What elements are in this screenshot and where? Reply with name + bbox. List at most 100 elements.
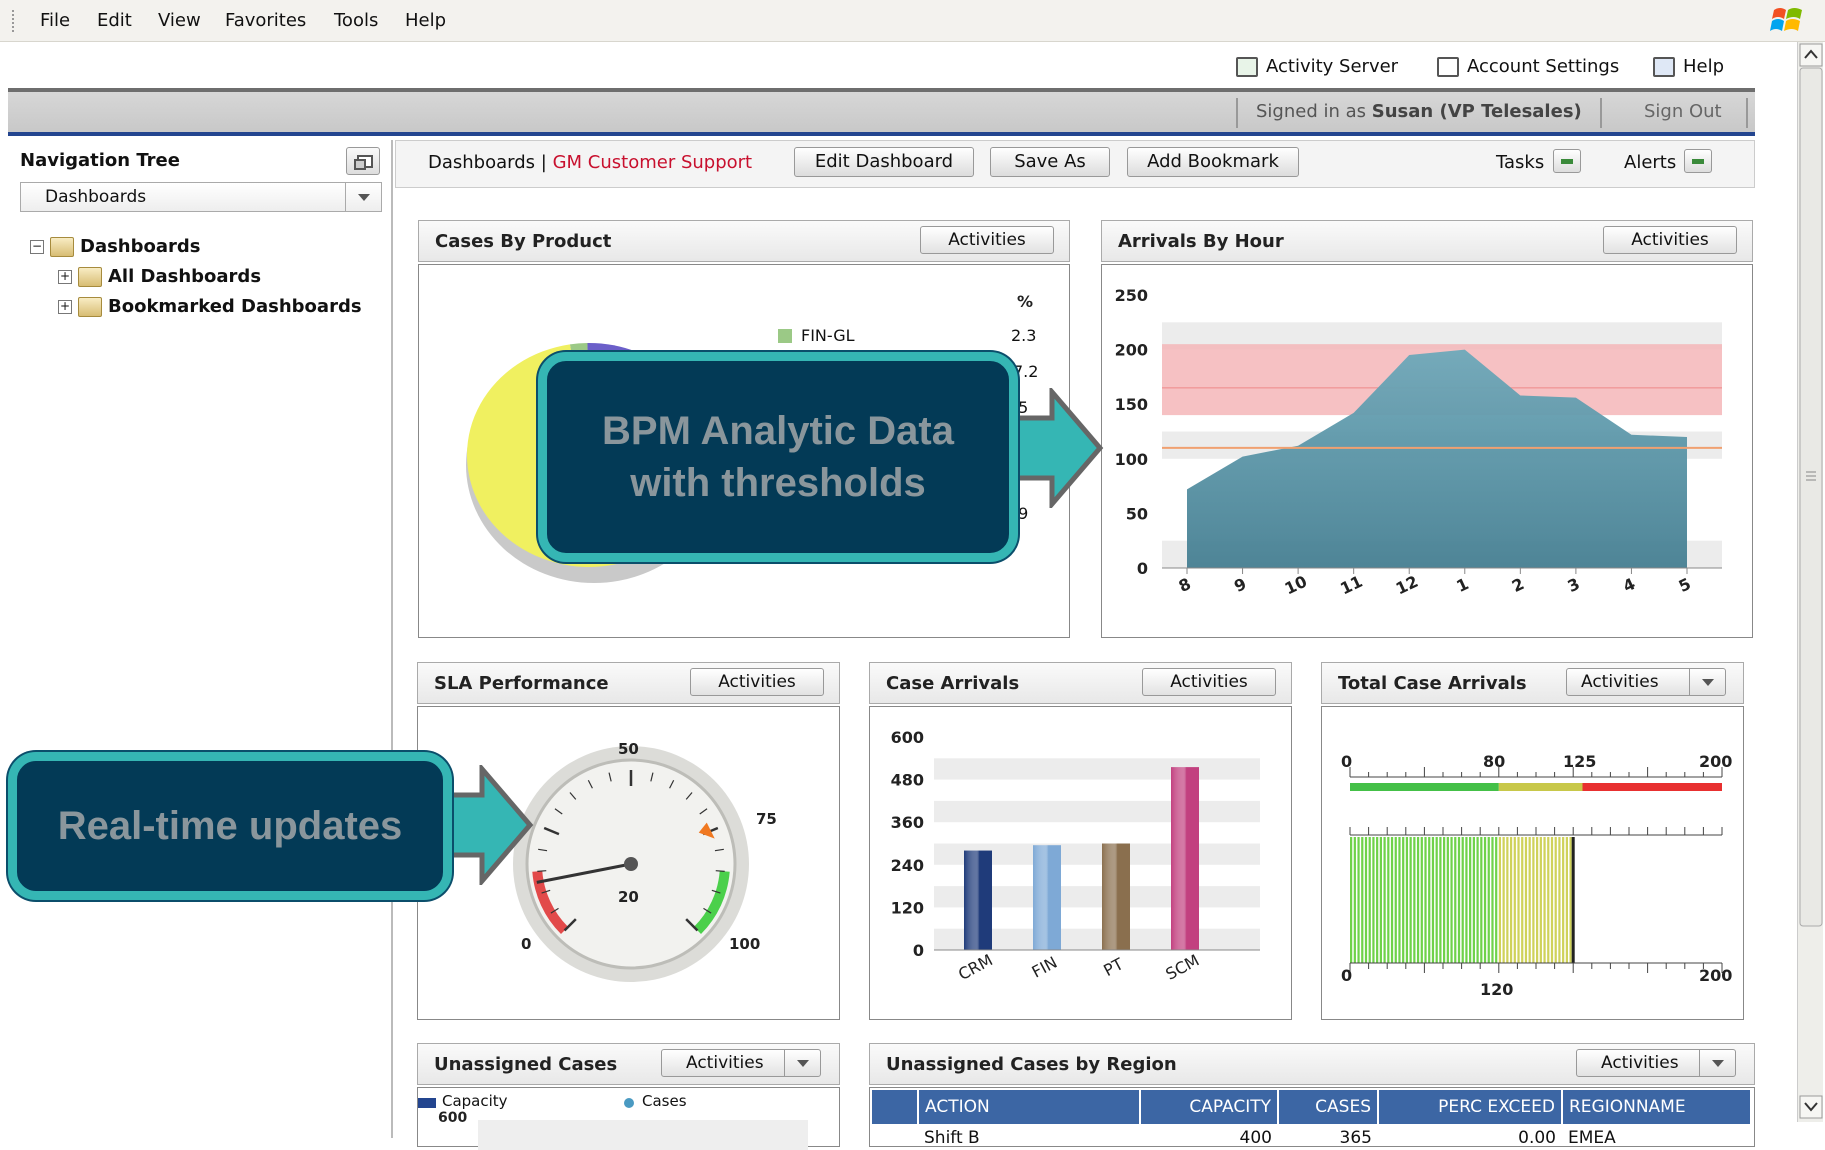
sla-activities-button[interactable]: Activities bbox=[690, 668, 824, 696]
value-bar-segment bbox=[1368, 837, 1371, 963]
value-bar-segment bbox=[1372, 837, 1375, 963]
vertical-scrollbar[interactable] bbox=[1797, 42, 1823, 1122]
value-bar-segment bbox=[1495, 837, 1498, 963]
y-tick-label: 150 bbox=[1115, 395, 1148, 414]
tasks-toggle-icon[interactable] bbox=[1553, 149, 1581, 173]
callout-realtime-updates: Real-time updates bbox=[8, 752, 452, 900]
table-header-action[interactable]: ACTION bbox=[918, 1090, 1141, 1124]
menu-edit[interactable]: Edit bbox=[97, 10, 132, 31]
nav-title: Navigation Tree bbox=[20, 150, 180, 171]
value-bar-segment bbox=[1428, 837, 1431, 963]
bar-highlight bbox=[1033, 845, 1061, 950]
folder-icon bbox=[78, 266, 102, 287]
x-tick-label: 11 bbox=[1337, 572, 1365, 599]
signed-in-info: Signed in as Susan (VP Telesales) bbox=[1236, 98, 1602, 128]
case-arrivals-activities-button[interactable]: Activities bbox=[1142, 668, 1276, 696]
unassigned-by-region-activities-button[interactable]: Activities bbox=[1576, 1049, 1736, 1077]
sign-out-link[interactable]: Sign Out bbox=[1620, 98, 1748, 128]
menu-file[interactable]: File bbox=[40, 10, 70, 31]
table-header-capacity[interactable]: CAPACITY bbox=[1140, 1090, 1279, 1124]
table-cell bbox=[872, 1124, 918, 1146]
y-tick-label: 50 bbox=[1126, 504, 1148, 523]
menu-tools[interactable]: Tools bbox=[334, 10, 378, 31]
nav-dashboard-select[interactable]: Dashboards bbox=[20, 182, 382, 212]
chevron-down-icon[interactable] bbox=[1699, 1050, 1735, 1076]
scroll-down-arrow[interactable] bbox=[1799, 1095, 1823, 1119]
unassigned-by-region-panel: ACTION CAPACITY CASES PERC EXCEED REGION… bbox=[869, 1087, 1755, 1147]
chevron-down-icon[interactable] bbox=[345, 183, 381, 211]
y-tick-label: 200 bbox=[1115, 341, 1148, 360]
tree-node-dashboards[interactable]: − Dashboards bbox=[30, 236, 201, 257]
activity-server-link[interactable]: Activity Server bbox=[1236, 56, 1398, 77]
menu-favorites[interactable]: Favorites bbox=[225, 10, 306, 31]
value-bar-segment bbox=[1554, 837, 1557, 963]
total-case-arrivals-activities-button[interactable]: Activities bbox=[1566, 668, 1726, 696]
table-header-row: ACTION CAPACITY CASES PERC EXCEED REGION… bbox=[872, 1090, 1752, 1124]
save-as-button[interactable]: Save As bbox=[990, 147, 1110, 177]
tick-80: 80 bbox=[1483, 752, 1506, 771]
legend-label: FIN-GL bbox=[801, 326, 855, 345]
gauge-label-20: 20 bbox=[618, 888, 639, 906]
menu-bar: File Edit View Favorites Tools Help bbox=[0, 0, 1825, 42]
value-bar-segment bbox=[1550, 837, 1554, 963]
y-tick-label: 240 bbox=[891, 856, 924, 875]
x-tick-label: FIN bbox=[1029, 953, 1061, 982]
value-bar-segment bbox=[1536, 837, 1539, 963]
panel-title: Unassigned Cases by Region bbox=[886, 1054, 1177, 1075]
value-bar-segment bbox=[1405, 837, 1409, 963]
alerts-toggle-icon[interactable] bbox=[1684, 149, 1712, 173]
gauge-label-50: 50 bbox=[618, 740, 639, 758]
chevron-down-icon[interactable] bbox=[1689, 669, 1725, 695]
menu-help[interactable]: Help bbox=[405, 10, 446, 31]
help-book-icon bbox=[1653, 56, 1675, 77]
tree-node-all-dashboards[interactable]: + All Dashboards bbox=[58, 266, 261, 287]
table-row[interactable]: Shift B 400 365 0.00 EMEA bbox=[872, 1124, 1751, 1147]
value-bar-segment bbox=[1543, 837, 1546, 963]
value-bar-segment bbox=[1547, 837, 1550, 963]
value-bar-segment bbox=[1532, 837, 1535, 963]
edit-dashboard-button[interactable]: Edit Dashboard bbox=[794, 147, 974, 177]
add-bookmark-button[interactable]: Add Bookmark bbox=[1127, 147, 1299, 177]
value-bar-segment bbox=[1480, 837, 1483, 963]
value-bar-segment bbox=[1361, 837, 1364, 963]
nav-popout-button[interactable] bbox=[346, 147, 380, 175]
range-band bbox=[1582, 783, 1722, 791]
value-bar-segment bbox=[1524, 837, 1528, 963]
grid-band bbox=[934, 800, 1260, 823]
expand-icon[interactable]: + bbox=[58, 269, 72, 284]
tick-125: 125 bbox=[1563, 752, 1597, 771]
help-link[interactable]: Help bbox=[1653, 56, 1724, 77]
bar-highlight bbox=[1171, 767, 1199, 950]
value-bar-segment bbox=[1513, 837, 1516, 963]
gauge-tick bbox=[715, 870, 725, 872]
table-cell: Shift B bbox=[924, 1128, 980, 1147]
tree-label: Bookmarked Dashboards bbox=[108, 296, 362, 317]
value-bar-segment bbox=[1394, 837, 1397, 963]
toolbar-grip bbox=[12, 10, 16, 32]
value-bar-segment bbox=[1472, 837, 1475, 963]
breadcrumb-root[interactable]: Dashboards bbox=[428, 152, 535, 173]
account-settings-link[interactable]: Account Settings bbox=[1437, 56, 1619, 77]
legend-swatch bbox=[778, 329, 792, 343]
case-arrivals-panel: 0 120 240 360 480 600 CRM FIN PT SCM bbox=[869, 706, 1292, 1020]
table-cell: 400 bbox=[1239, 1128, 1272, 1147]
chevron-down-icon[interactable] bbox=[784, 1050, 820, 1076]
scroll-thumb[interactable] bbox=[1799, 67, 1823, 927]
table-header-cases[interactable]: CASES bbox=[1278, 1090, 1379, 1124]
legend-capacity: Capacity bbox=[442, 1092, 508, 1110]
collapse-icon[interactable]: − bbox=[30, 239, 44, 254]
scroll-up-arrow[interactable] bbox=[1799, 43, 1823, 67]
table-cell: EMEA bbox=[1568, 1128, 1616, 1147]
table-header-regionname[interactable]: REGIONNAME bbox=[1562, 1090, 1752, 1124]
table-cell: 365 bbox=[1339, 1128, 1372, 1147]
value-bar-segment bbox=[1465, 837, 1468, 963]
tree-node-bookmarked-dashboards[interactable]: + Bookmarked Dashboards bbox=[58, 296, 362, 317]
table-header-perc-exceed[interactable]: PERC EXCEED bbox=[1378, 1090, 1563, 1124]
menu-view[interactable]: View bbox=[158, 10, 201, 31]
unassigned-cases-activities-button[interactable]: Activities bbox=[661, 1049, 821, 1077]
expand-icon[interactable]: + bbox=[58, 299, 72, 314]
cases-by-product-activities-button[interactable]: Activities bbox=[920, 226, 1054, 254]
arrivals-by-hour-activities-button[interactable]: Activities bbox=[1603, 226, 1737, 254]
value-bar-segment bbox=[1439, 837, 1442, 963]
callout-analytic-data: BPM Analytic Data with thresholds bbox=[538, 352, 1018, 562]
